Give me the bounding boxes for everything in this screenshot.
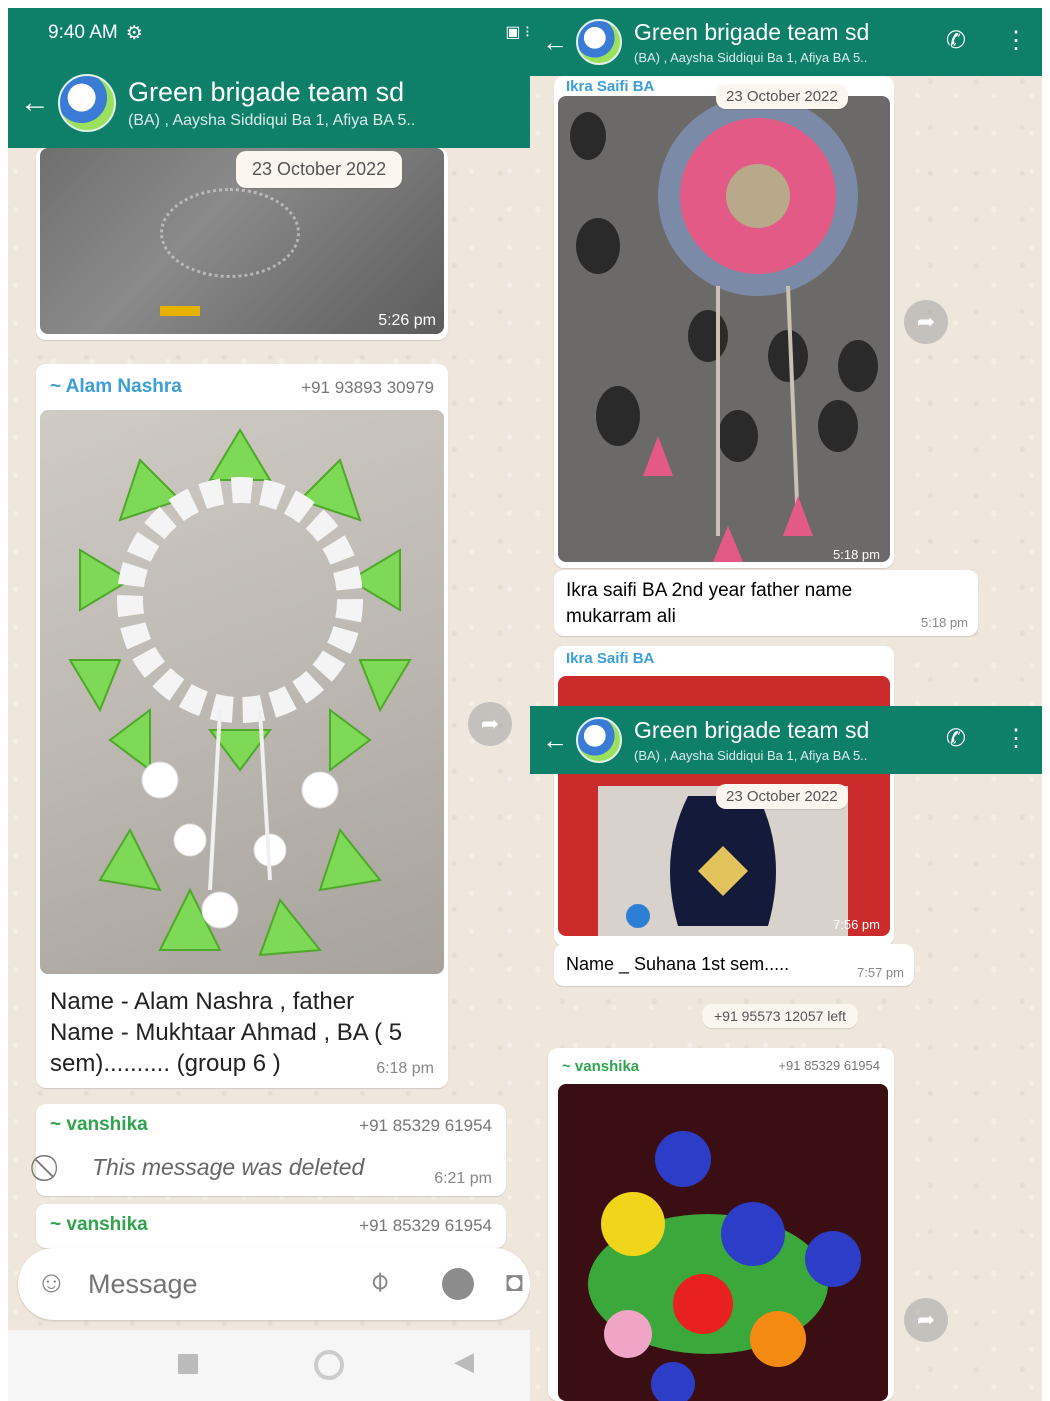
sender-name[interactable]: ~ vanshika	[50, 1114, 148, 1136]
back-arrow-icon[interactable]: ←	[20, 86, 50, 120]
emoji-icon[interactable]: ☺	[36, 1266, 67, 1300]
system-message: +91 95573 12057 left	[702, 1004, 858, 1028]
message-time: 5:18 pm	[921, 615, 968, 630]
back-arrow-icon[interactable]: ←	[542, 725, 568, 756]
forward-icon[interactable]: ➦	[468, 702, 512, 746]
date-chip: 23 October 2022	[236, 151, 403, 188]
rupee-icon[interactable]	[442, 1268, 474, 1300]
recents-icon[interactable]	[178, 1354, 198, 1374]
attach-icon[interactable]: ⌀	[361, 1263, 396, 1298]
sender-phone: +91 85329 61954	[359, 1216, 492, 1235]
more-options-icon[interactable]: ⋮	[1004, 724, 1028, 753]
caption-line: mukarram ali	[566, 606, 676, 627]
header-actions: ✆ ⋮	[946, 26, 1028, 55]
home-icon[interactable]	[314, 1350, 344, 1380]
message-ikra-saifi[interactable]: Ikra Saifi BA 5:18 pm	[554, 76, 894, 568]
message-caption-bubble[interactable]: Name _ Suhana 1st sem..... 7:57 pm	[554, 944, 914, 986]
flowers-drawing	[588, 1131, 861, 1401]
message-caption-bubble[interactable]: Ikra saifi BA 2nd year father name mukar…	[554, 570, 978, 636]
more-options-icon[interactable]: ⋮	[1004, 26, 1028, 55]
forward-icon[interactable]: ➦	[904, 1298, 948, 1342]
paper-flowers-image[interactable]	[558, 1084, 888, 1401]
left-chat-screen: 9:40 AM ⚙ ▣ ⁝ ← Green brigade team sd (B…	[8, 8, 530, 1401]
sender-phone: +91 85329 61954	[359, 1116, 492, 1135]
group-members: (BA) , Aaysha Siddiqui Ba 1, Afiya BA 5.…	[128, 111, 416, 129]
caption-line: Name - Mukhtaar Ahmad , BA ( 5	[50, 1019, 403, 1046]
message-composer[interactable]: ☺ ⌀ ◘	[18, 1248, 530, 1320]
status-time: 9:40 AM	[48, 22, 118, 43]
group-avatar[interactable]	[576, 717, 622, 763]
flower-drawing	[570, 96, 878, 562]
group-members: (BA) , Aaysha Siddiqui Ba 1, Afiya BA 5.…	[634, 50, 868, 65]
add-call-icon[interactable]: ✆	[946, 724, 966, 753]
settings-icon: ⚙	[125, 22, 143, 44]
message-vanshika[interactable]: ~ vanshika +91 85329 61954	[36, 1204, 506, 1248]
wreath-drawing	[68, 428, 412, 957]
forward-icon[interactable]: ➦	[904, 300, 948, 344]
header-actions: ✆ ⋮	[946, 724, 1028, 753]
paper-flower-wreath-image[interactable]	[40, 410, 444, 974]
right-chat-screen: ← Green brigade team sd (BA) , Aaysha Si…	[530, 8, 1042, 1401]
add-call-icon[interactable]: ✆	[946, 26, 966, 55]
sender-phone: +91 93893 30979	[301, 378, 434, 397]
message-time: 5:26 pm	[378, 312, 436, 329]
back-nav-icon[interactable]: ◀	[454, 1346, 474, 1377]
message-time: 6:21 pm	[434, 1170, 492, 1187]
sender-name[interactable]: ~ vanshika	[50, 1214, 148, 1236]
message-time: 7:56 pm	[833, 917, 880, 932]
sender-phone: +91 85329 61954	[778, 1058, 880, 1073]
sender-name[interactable]: ~ vanshika	[562, 1058, 639, 1075]
date-chip: 23 October 2022	[716, 784, 848, 809]
caption-line: Ikra saifi BA 2nd year father name	[566, 580, 853, 601]
group-avatar[interactable]	[576, 19, 622, 65]
navigation-bar: ◀	[8, 1330, 530, 1401]
chat-header-overlay[interactable]: ← Green brigade team sd (BA) , Aaysha Si…	[530, 706, 1042, 774]
pink-flower-craft-image[interactable]	[558, 96, 890, 562]
message-vanshika[interactable]: ~ vanshika +91 85329 61954	[548, 1048, 894, 1401]
status-bar: 9:40 AM ⚙ ▣ ⁝	[8, 8, 530, 58]
message-alam-nashra[interactable]: ~ Alam Nashra +91 93893 30979 Name - Ala…	[36, 364, 448, 1088]
chat-header[interactable]: ← Green brigade team sd (BA) , Aaysha Si…	[530, 8, 1042, 76]
caption-text: Name _ Suhana 1st sem.....	[566, 954, 790, 974]
message-input[interactable]	[88, 1262, 338, 1306]
camera-icon[interactable]: ◘	[506, 1266, 523, 1298]
message-time: 6:18 pm	[376, 1060, 434, 1077]
caption-line: Name - Alam Nashra , father	[50, 988, 355, 1015]
status-icons: ▣ ⁝	[505, 24, 530, 41]
sender-name[interactable]: Ikra Saifi BA	[566, 78, 654, 95]
date-chip: 23 October 2022	[716, 84, 848, 109]
sender-name[interactable]: Ikra Saifi BA	[566, 650, 654, 667]
group-title: Green brigade team sd	[128, 76, 405, 107]
message-time: 7:57 pm	[857, 965, 904, 980]
group-title: Green brigade team sd	[634, 19, 870, 45]
group-avatar[interactable]	[58, 74, 116, 132]
chat-header[interactable]: ← Green brigade team sd (BA) , Aaysha Si…	[8, 58, 530, 148]
sender-name[interactable]: ~ Alam Nashra	[50, 376, 182, 398]
deleted-text: This message was deleted	[92, 1154, 365, 1180]
back-arrow-icon[interactable]: ←	[542, 27, 568, 58]
message-deleted[interactable]: ~ vanshika +91 85329 61954 ⃠ This messag…	[36, 1104, 506, 1196]
group-members: (BA) , Aaysha Siddiqui Ba 1, Afiya BA 5.…	[634, 748, 868, 763]
message-time: 5:18 pm	[833, 547, 880, 562]
group-title: Green brigade team sd	[634, 717, 870, 743]
